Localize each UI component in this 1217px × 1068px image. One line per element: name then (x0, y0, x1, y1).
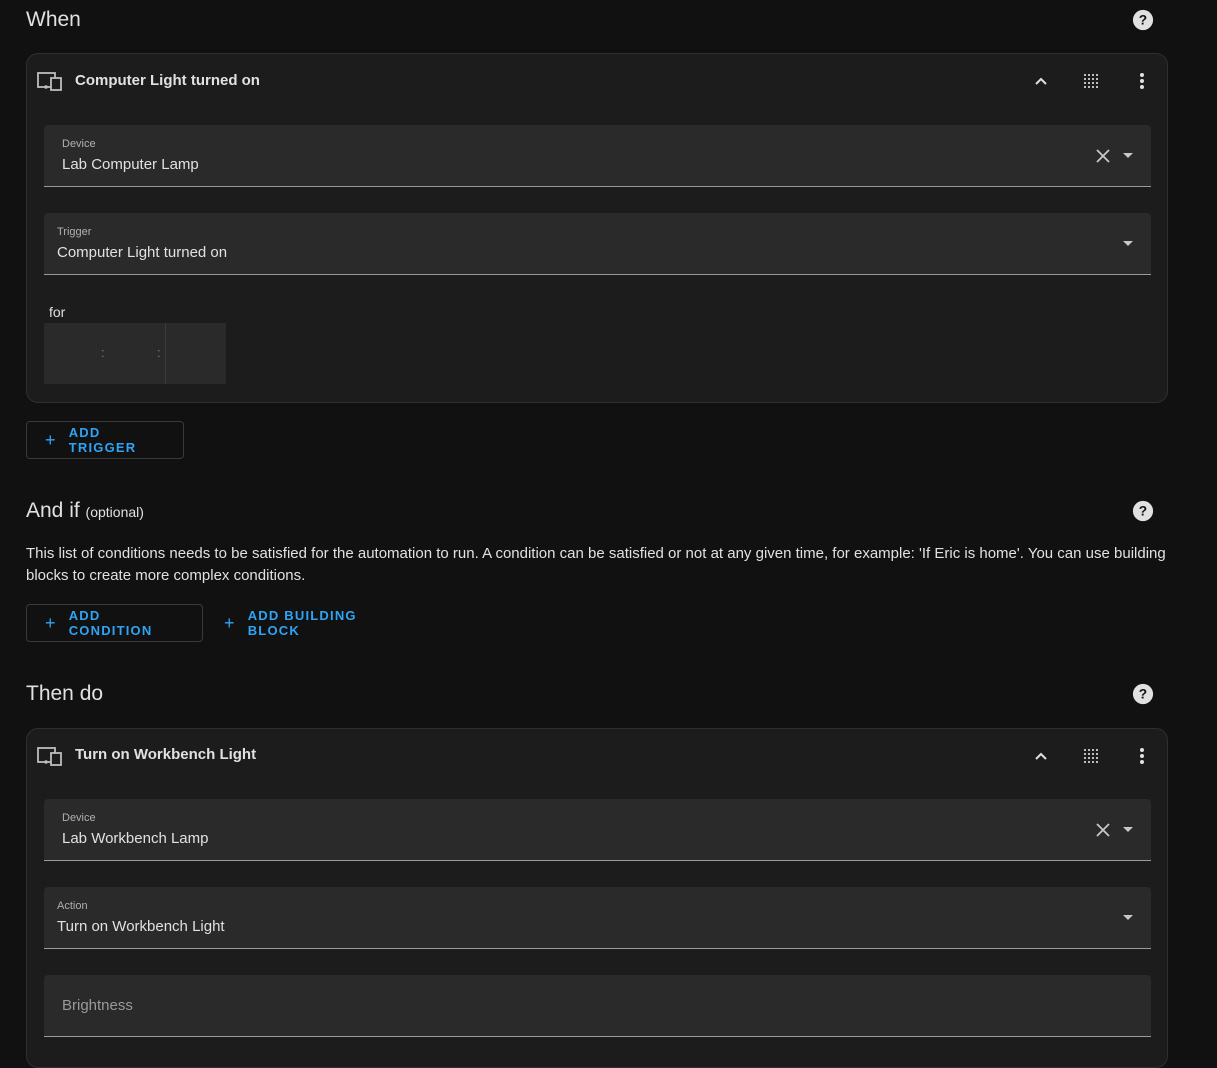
device-value: Lab Computer Lamp (62, 156, 199, 173)
action-value: Turn on Workbench Light (57, 918, 225, 935)
trigger-card-header[interactable]: Computer Light turned on (27, 54, 1167, 108)
and-if-title: And if (26, 499, 80, 522)
more-vert-icon (1140, 748, 1144, 764)
action-card: Turn on Workbench Light Device Lab Workb… (26, 728, 1168, 1068)
conditions-description: This list of conditions needs to be sati… (26, 545, 1166, 584)
hours-input[interactable] (44, 323, 102, 384)
optional-label: (optional) (85, 504, 144, 520)
plus-icon: + (224, 613, 236, 633)
duration-separator: : (157, 345, 161, 360)
device-label: Device (62, 812, 96, 824)
help-icon[interactable]: ? (1132, 9, 1154, 31)
drag-handle-button[interactable] (1077, 68, 1103, 94)
help-icon[interactable]: ? (1132, 500, 1154, 522)
duration-input: : : (44, 323, 226, 384)
trigger-card: Computer Light turned on Device Lab Comp… (26, 53, 1168, 403)
trigger-value: Computer Light turned on (57, 244, 228, 261)
more-options-button[interactable] (1129, 68, 1155, 94)
dropdown-icon[interactable] (1123, 153, 1133, 158)
add-trigger-label: ADD TRIGGER (68, 425, 137, 455)
trigger-select[interactable]: Trigger Computer Light turned on (44, 213, 1151, 275)
svg-text:?: ? (1139, 13, 1147, 28)
trigger-label: Trigger (57, 226, 92, 238)
device-value: Lab Workbench Lamp (62, 830, 209, 847)
device-select[interactable]: Device Lab Workbench Lamp (44, 799, 1151, 861)
device-icon (37, 72, 62, 91)
device-icon (37, 747, 62, 766)
duration-separator: : (101, 345, 105, 360)
trigger-card-title: Computer Light turned on (75, 72, 260, 89)
clear-icon[interactable] (1095, 148, 1111, 164)
drag-handle-button[interactable] (1077, 743, 1103, 769)
brightness-field[interactable]: Brightness (44, 975, 1151, 1037)
plus-icon: + (45, 430, 57, 450)
and-if-section-title: And if (optional) (26, 499, 144, 523)
collapse-button[interactable] (1028, 68, 1054, 94)
seconds-input[interactable] (166, 323, 226, 384)
plus-icon: + (45, 613, 57, 633)
add-condition-label: ADD CONDITION (68, 608, 153, 638)
action-select[interactable]: Action Turn on Workbench Light (44, 887, 1151, 949)
more-options-button[interactable] (1129, 743, 1155, 769)
chevron-up-icon (1035, 77, 1047, 85)
minutes-input[interactable] (106, 323, 156, 384)
collapse-button[interactable] (1028, 743, 1054, 769)
device-select[interactable]: Device Lab Computer Lamp (44, 125, 1151, 187)
clear-icon[interactable] (1095, 822, 1111, 838)
add-building-block-label: ADD BUILDING BLOCK (247, 608, 357, 638)
then-do-section-title: Then do (26, 682, 104, 705)
add-condition-button[interactable]: + ADD CONDITION (26, 604, 203, 642)
add-building-block-button[interactable]: + ADD BUILDING BLOCK (205, 604, 421, 642)
brightness-placeholder: Brightness (62, 997, 133, 1014)
action-label: Action (57, 900, 88, 912)
dropdown-icon[interactable] (1123, 241, 1133, 246)
drag-handle-icon (1084, 749, 1098, 763)
drag-handle-icon (1084, 74, 1098, 88)
dropdown-icon[interactable] (1123, 827, 1133, 832)
chevron-up-icon (1035, 752, 1047, 760)
action-card-header[interactable]: Turn on Workbench Light (27, 729, 1167, 783)
for-label: for (49, 304, 66, 320)
more-vert-icon (1140, 73, 1144, 89)
add-trigger-button[interactable]: + ADD TRIGGER (26, 421, 184, 459)
dropdown-icon[interactable] (1123, 915, 1133, 920)
device-label: Device (62, 138, 96, 150)
svg-text:?: ? (1139, 687, 1147, 702)
help-icon[interactable]: ? (1132, 683, 1154, 705)
action-card-title: Turn on Workbench Light (75, 746, 257, 763)
when-section-title: When (26, 8, 81, 31)
svg-text:?: ? (1139, 504, 1147, 519)
